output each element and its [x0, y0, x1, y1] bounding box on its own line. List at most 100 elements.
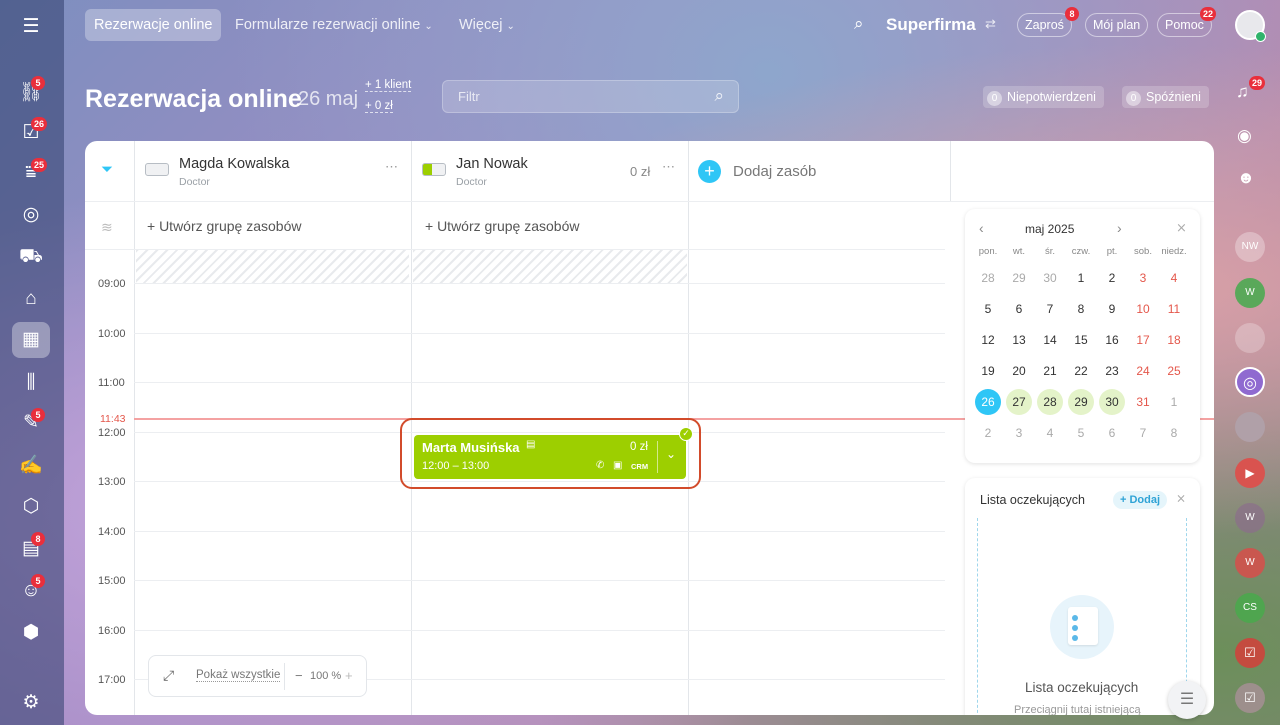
calendar-day[interactable]: 15 — [1068, 327, 1094, 353]
task-icon[interactable]: ☑ — [1235, 683, 1265, 713]
calendar-day[interactable]: 1 — [1161, 389, 1187, 415]
calendar-day[interactable]: 24 — [1130, 358, 1156, 384]
avatar[interactable] — [1235, 323, 1265, 353]
calendar-day[interactable]: 14 — [1037, 327, 1063, 353]
add-icon[interactable]: + — [698, 160, 721, 183]
task-icon[interactable]: ☑ — [1235, 638, 1265, 668]
calendar-day[interactable]: 9 — [1099, 296, 1125, 322]
calendar-day[interactable]: 25 — [1161, 358, 1187, 384]
calendar-day[interactable]: 28 — [1037, 389, 1063, 415]
invite-button[interactable]: Zaproś — [1017, 13, 1072, 37]
resource-name[interactable]: Jan Nowak — [456, 156, 528, 172]
calendar-day[interactable]: 4 — [1161, 265, 1187, 291]
calendar-day[interactable]: 5 — [1068, 420, 1094, 446]
calendar-day[interactable]: 29 — [1006, 265, 1032, 291]
avatar[interactable]: CS — [1235, 593, 1265, 623]
calendar-day[interactable]: 10 — [1130, 296, 1156, 322]
calendar-day[interactable]: 2 — [1099, 265, 1125, 291]
tab-booking-forms[interactable]: Formularze rezerwacji online ⌄ — [235, 9, 433, 41]
create-group-button[interactable]: + Utwórz grupę zasobów — [425, 218, 579, 234]
calendar-day[interactable]: 30 — [1037, 265, 1063, 291]
target-icon[interactable]: ◎ — [18, 202, 44, 228]
list-icon[interactable]: ☰ — [1168, 681, 1206, 719]
sign-icon[interactable]: ✍ — [18, 453, 44, 479]
hex-icon[interactable]: ⬡ — [18, 494, 44, 520]
late-filter[interactable]: 0 Spóźnieni — [1122, 86, 1209, 108]
booking-icon[interactable]: ▦ — [18, 327, 44, 353]
company-name[interactable]: Superfirma — [886, 15, 976, 35]
search-icon[interactable]: ⌕ — [854, 14, 864, 34]
calendar-day[interactable]: 29 — [1068, 389, 1094, 415]
more-icon[interactable]: ⋯ — [385, 159, 398, 175]
cart-icon[interactable]: ⛟ — [18, 244, 44, 270]
clients-summary[interactable]: + 1 klient — [365, 79, 412, 92]
analytics-icon[interactable]: ⫼ — [18, 370, 44, 396]
calendar-day[interactable]: 31 — [1130, 389, 1156, 415]
video-icon[interactable]: ▶ — [1235, 458, 1265, 488]
filter-icon[interactable]: ⏷ — [101, 161, 113, 178]
calendar-day[interactable]: 13 — [1006, 327, 1032, 353]
calendar-day-today[interactable]: 26 — [975, 389, 1001, 415]
more-icon[interactable]: ⋯ — [662, 159, 675, 175]
resource-name[interactable]: Magda Kowalska — [179, 156, 289, 172]
chat-icon[interactable]: ☻ — [1237, 168, 1255, 188]
calendar-day[interactable]: 23 — [1099, 358, 1125, 384]
tab-more[interactable]: Więcej ⌄ — [459, 9, 515, 41]
calendar-day[interactable]: 1 — [1068, 265, 1094, 291]
calendar-day[interactable]: 4 — [1037, 420, 1063, 446]
calendar-day[interactable]: 8 — [1068, 296, 1094, 322]
amount-summary[interactable]: + 0 zł — [365, 100, 393, 113]
my-plan-button[interactable]: Mój plan — [1085, 13, 1149, 37]
calendar-day[interactable]: 17 — [1130, 327, 1156, 353]
settings-icon[interactable]: ⚙ — [18, 690, 44, 716]
calendar-day[interactable]: 5 — [975, 296, 1001, 322]
calendar-day[interactable]: 6 — [1006, 296, 1032, 322]
unconfirmed-filter[interactable]: 0 Niepotwierdzeni — [983, 86, 1104, 108]
tab-online-booking[interactable]: Rezerwacje online — [85, 9, 222, 41]
collapse-icon[interactable]: ⨯ — [1176, 491, 1186, 505]
calendar-day[interactable]: 3 — [1130, 265, 1156, 291]
calendar-day[interactable]: 30 — [1099, 389, 1125, 415]
swap-icon[interactable]: ⇄ — [985, 16, 996, 32]
zoom-in-button[interactable]: + — [345, 668, 353, 683]
avatar[interactable] — [1235, 412, 1265, 442]
bell-icon[interactable]: ♫ — [1236, 82, 1249, 102]
calendar-day[interactable]: 28 — [975, 265, 1001, 291]
avatar[interactable]: NW — [1235, 232, 1265, 262]
calendar-day[interactable]: 2 — [975, 420, 1001, 446]
box-icon[interactable]: ⬢ — [18, 620, 44, 646]
booking-card[interactable]: Marta Musińska ▤ 0 zł 12:00 – 13:00 ✆ ▣ … — [414, 435, 686, 479]
waitlist-add-button[interactable]: + Dodaj — [1113, 491, 1168, 509]
calendar-day[interactable]: 16 — [1099, 327, 1125, 353]
calendar-day[interactable]: 7 — [1037, 296, 1063, 322]
avatar[interactable]: W — [1235, 503, 1265, 533]
calendar-day[interactable]: 22 — [1068, 358, 1094, 384]
calendar-day[interactable]: 18 — [1161, 327, 1187, 353]
expand-icon[interactable]: ⤢ — [163, 667, 174, 684]
calendar-day[interactable]: 11 — [1161, 296, 1187, 322]
chevron-down-icon[interactable]: ⌄ — [666, 447, 676, 461]
calendar-day[interactable]: 20 — [1006, 358, 1032, 384]
layers-icon[interactable]: ≋ — [101, 219, 113, 236]
calendar-day[interactable]: 6 — [1099, 420, 1125, 446]
copilot-icon[interactable]: ◉ — [1237, 126, 1252, 146]
prev-month-icon[interactable]: ‹ — [979, 220, 984, 236]
copilot-icon[interactable]: ◎ — [1235, 367, 1265, 397]
calendar-day[interactable]: 7 — [1130, 420, 1156, 446]
avatar[interactable]: W — [1235, 278, 1265, 308]
calendar-day[interactable]: 12 — [975, 327, 1001, 353]
calendar-day[interactable]: 3 — [1006, 420, 1032, 446]
calendar-day[interactable]: 8 — [1161, 420, 1187, 446]
filter-input[interactable]: Filtr ⌕ — [442, 80, 739, 113]
page-date[interactable]: 26 maj — [298, 88, 358, 111]
show-all-button[interactable]: Pokaż wszystkie — [196, 669, 281, 682]
add-resource-button[interactable]: Dodaj zasób — [733, 163, 816, 180]
calendar-day[interactable]: 21 — [1037, 358, 1063, 384]
calendar-day[interactable]: 19 — [975, 358, 1001, 384]
zoom-out-button[interactable]: − — [295, 668, 303, 683]
store-icon[interactable]: ⌂ — [18, 286, 44, 312]
next-month-icon[interactable]: › — [1117, 220, 1122, 236]
calendar-day[interactable]: 27 — [1006, 389, 1032, 415]
create-group-button[interactable]: + Utwórz grupę zasobów — [147, 218, 301, 234]
collapse-icon[interactable]: ⨯ — [1176, 220, 1187, 236]
